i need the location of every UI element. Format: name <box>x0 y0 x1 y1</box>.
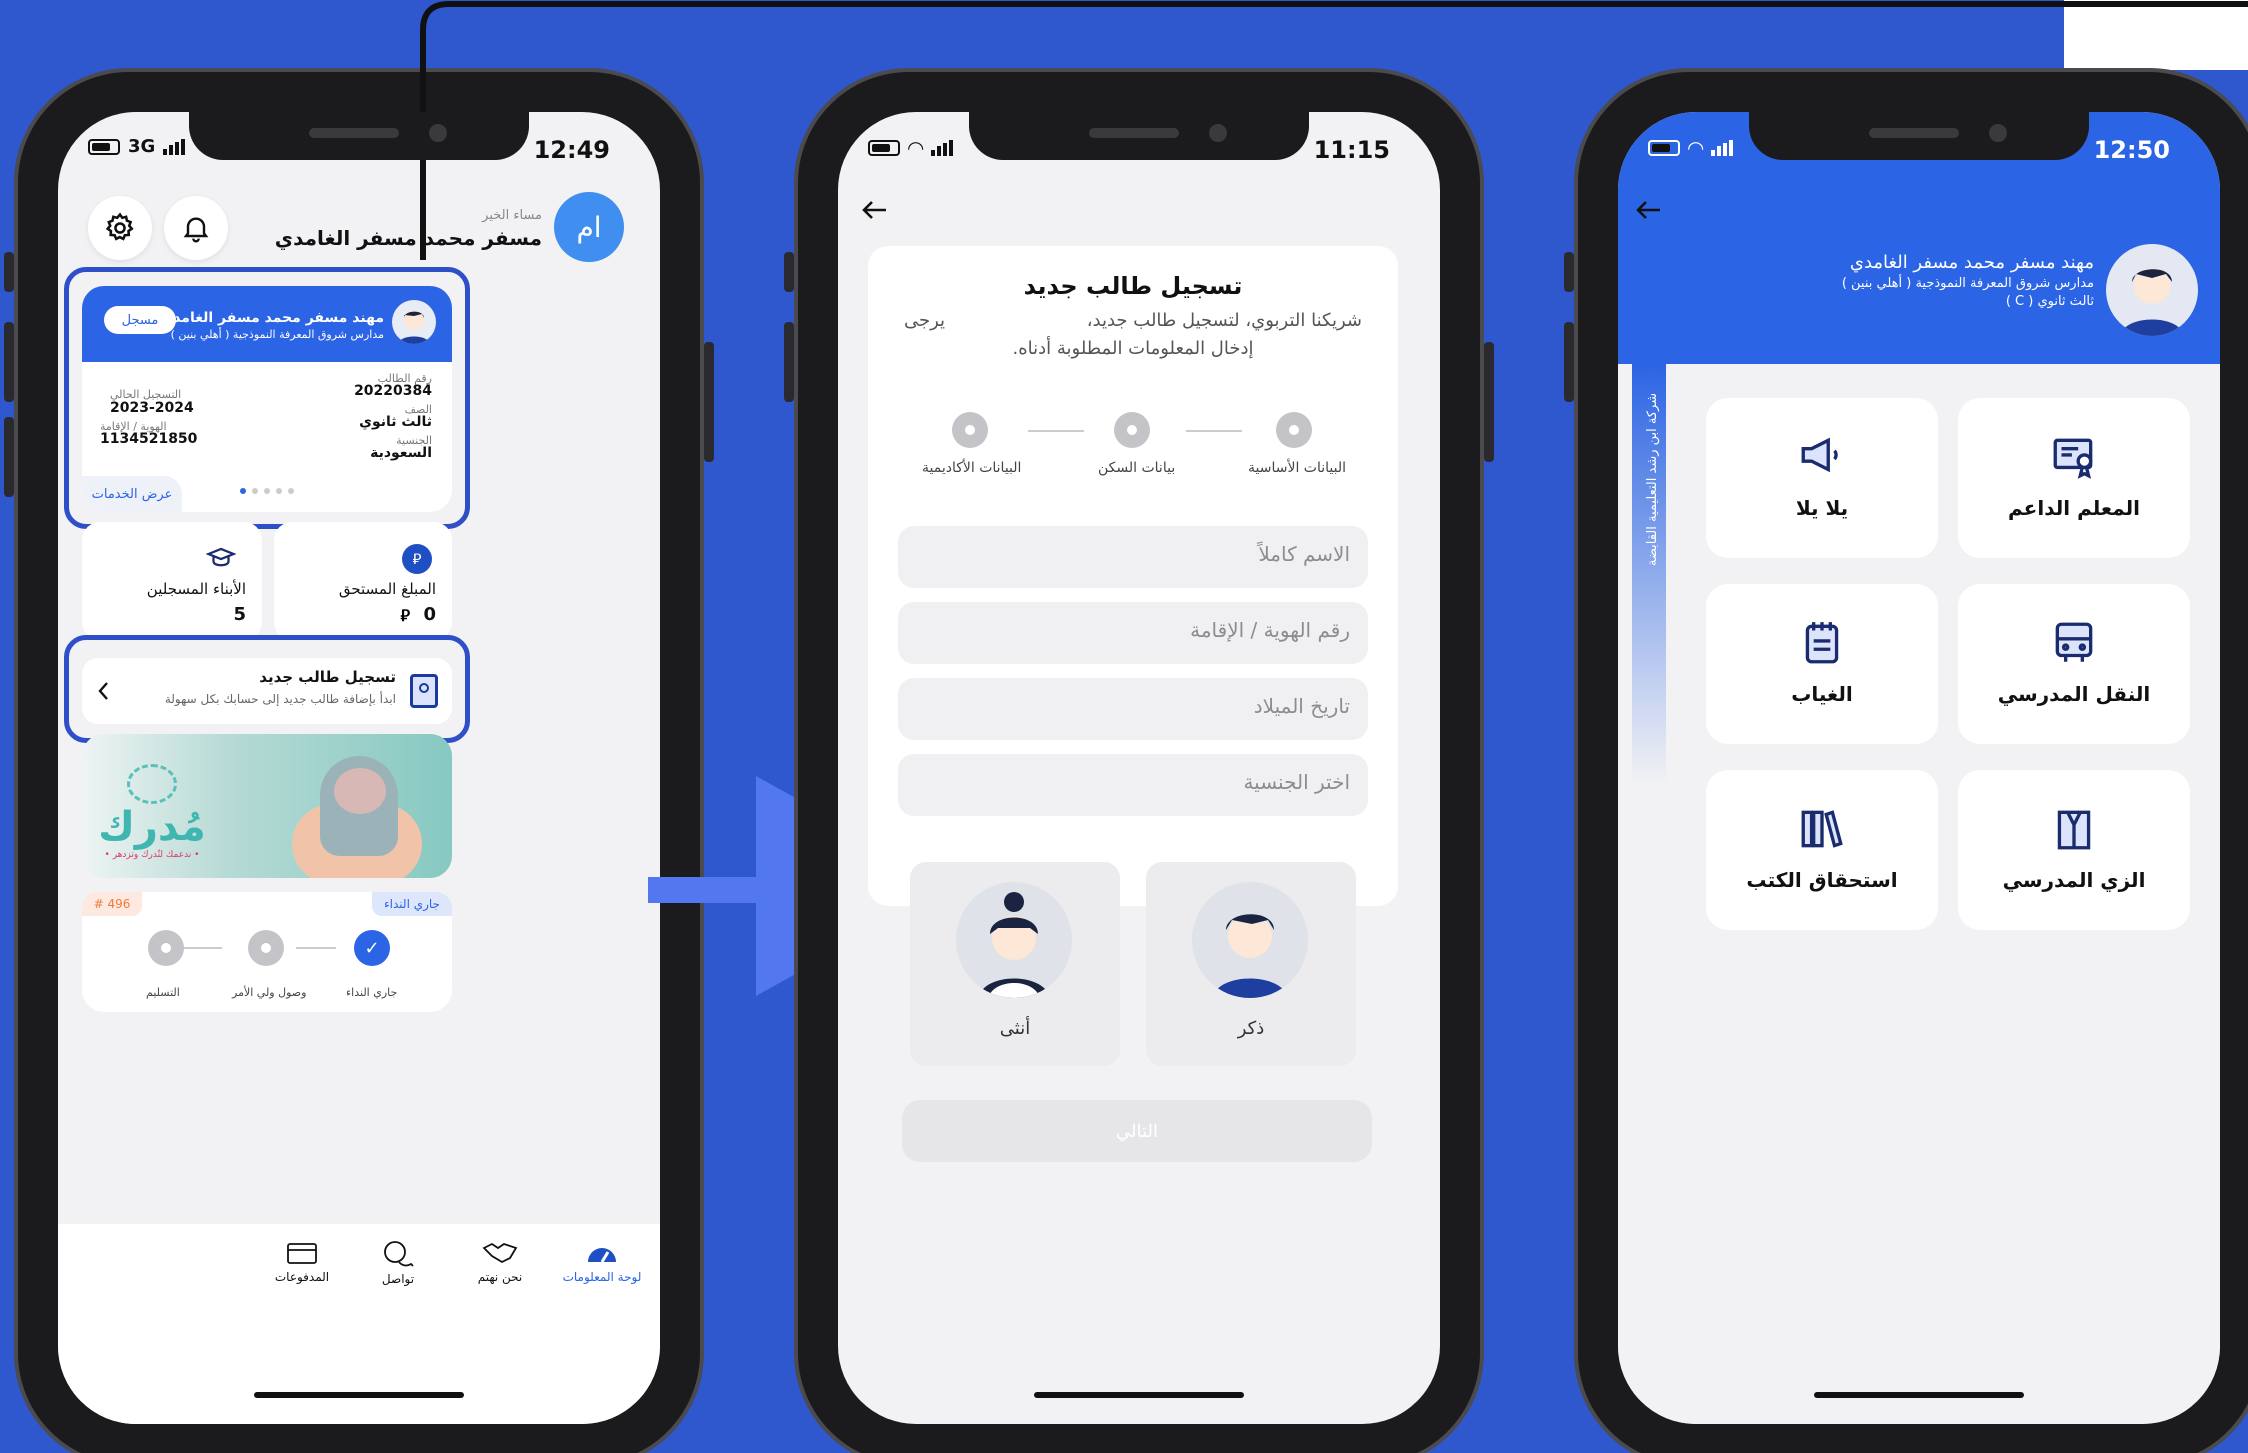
placeholder: تاريخ الميلاد <box>1253 694 1350 718</box>
tile-books[interactable]: استحقاق الكتب <box>1706 770 1938 930</box>
network-label: 3G <box>128 136 156 157</box>
tile-school-uniform[interactable]: الزي المدرسي <box>1958 770 2190 930</box>
notepad-icon <box>1805 622 1839 664</box>
tile-yalla-yalla[interactable]: يلا يلا <box>1706 398 1938 558</box>
tile-label: المعلم الداعم <box>2008 496 2140 520</box>
signal-icon <box>931 140 954 156</box>
tile-support-teacher[interactable]: المعلم الداعم <box>1958 398 2190 558</box>
back-arrow-icon[interactable] <box>860 198 888 222</box>
next-button-visual[interactable]: التالي <box>902 1100 1372 1162</box>
form-desc: شريكنا التربوي، لتسجيل طالب جديد، <box>1086 310 1362 331</box>
screen: ◠ 12:50 مهند مسفر محمد مسفر الغامدي مدار… <box>1618 112 2220 1424</box>
form-title: تسجيل طالب جديد <box>1023 272 1243 300</box>
form-desc: إدخال المعلومات المطلوبة أدناه. <box>1012 338 1254 359</box>
battery-icon <box>88 138 120 155</box>
form-desc-word: يرجى <box>904 310 946 331</box>
gender-label: ذكر <box>1237 1018 1265 1039</box>
wifi-icon: ◠ <box>1688 136 1704 160</box>
next-label: التالي <box>1116 1120 1158 1142</box>
nationality-select[interactable]: اختر الجنسية <box>898 754 1368 816</box>
form-step <box>952 412 988 448</box>
birthdate-input[interactable]: تاريخ الميلاد <box>898 678 1368 740</box>
placeholder: رقم الهوية / الإقامة <box>1190 618 1350 642</box>
form-step <box>1114 412 1150 448</box>
screen: ◠ 11:15 تسجيل طالب جديد شريكنا التربوي، … <box>838 112 1440 1424</box>
tile-label: النقل المدرسي <box>1997 682 2151 706</box>
signal-icon <box>163 138 186 155</box>
wifi-icon: ◠ <box>908 136 924 160</box>
phone-register: ◠ 11:15 تسجيل طالب جديد شريكنا التربوي، … <box>784 68 1494 1453</box>
tile-label: الزي المدرسي <box>2002 868 2146 892</box>
megaphone-icon <box>1801 437 1838 473</box>
full-name-input[interactable]: الاسم كاملاً <box>898 526 1368 588</box>
placeholder: الاسم كاملاً <box>1258 542 1350 566</box>
register-form: تسجيل طالب جديد شريكنا التربوي، لتسجيل ط… <box>868 246 1398 1066</box>
tile-school-transport[interactable]: النقل المدرسي <box>1958 584 2190 744</box>
company-vertical-text: شركة ابن رشد التعليمية القابضة <box>1645 392 1661 567</box>
tile-label: استحقاق الكتب <box>1746 868 1898 892</box>
status-time: 11:15 <box>1313 136 1390 164</box>
gender-female-option[interactable]: أنثى <box>910 862 1120 1066</box>
id-number-input[interactable]: رقم الهوية / الإقامة <box>898 602 1368 664</box>
student-grade: ثالث ثانوي ( C ) <box>2005 294 2094 309</box>
female-avatar <box>956 882 1072 998</box>
phone-services: ◠ 12:50 مهند مسفر محمد مسفر الغامدي مدار… <box>1564 68 2248 1453</box>
tile-label: الغياب <box>1791 682 1853 706</box>
battery-icon <box>868 140 900 156</box>
certificate-icon <box>2053 438 2093 479</box>
step-label: بيانات السكن <box>1098 460 1176 476</box>
step-label: البيانات الأساسية <box>1248 460 1346 476</box>
tile-absence[interactable]: الغياب <box>1706 584 1938 744</box>
status-time: 12:49 <box>533 136 610 164</box>
placeholder: اختر الجنسية <box>1243 770 1350 794</box>
signal-icon <box>1711 140 1734 156</box>
status-time: 12:50 <box>2093 136 2170 164</box>
student-school: مدارس شروق المعرفة النموذجية ( أهلي بنين… <box>1841 276 2094 291</box>
back-arrow-icon[interactable] <box>1634 198 1662 222</box>
form-step <box>1276 412 1312 448</box>
student-name: مهند مسفر محمد مسفر الغامدي <box>1849 252 2094 273</box>
student-avatar <box>2106 244 2198 336</box>
step-label: البيانات الأكاديمية <box>922 460 1022 476</box>
gender-male-option[interactable]: ذكر <box>1146 862 1356 1066</box>
gender-label: أنثى <box>999 1018 1031 1039</box>
uniform-icon <box>2057 810 2091 850</box>
tile-label: يلا يلا <box>1795 496 1849 520</box>
male-avatar <box>1192 882 1308 998</box>
books-icon <box>1801 810 1843 848</box>
bus-icon <box>2055 622 2093 662</box>
battery-icon <box>1648 140 1680 156</box>
